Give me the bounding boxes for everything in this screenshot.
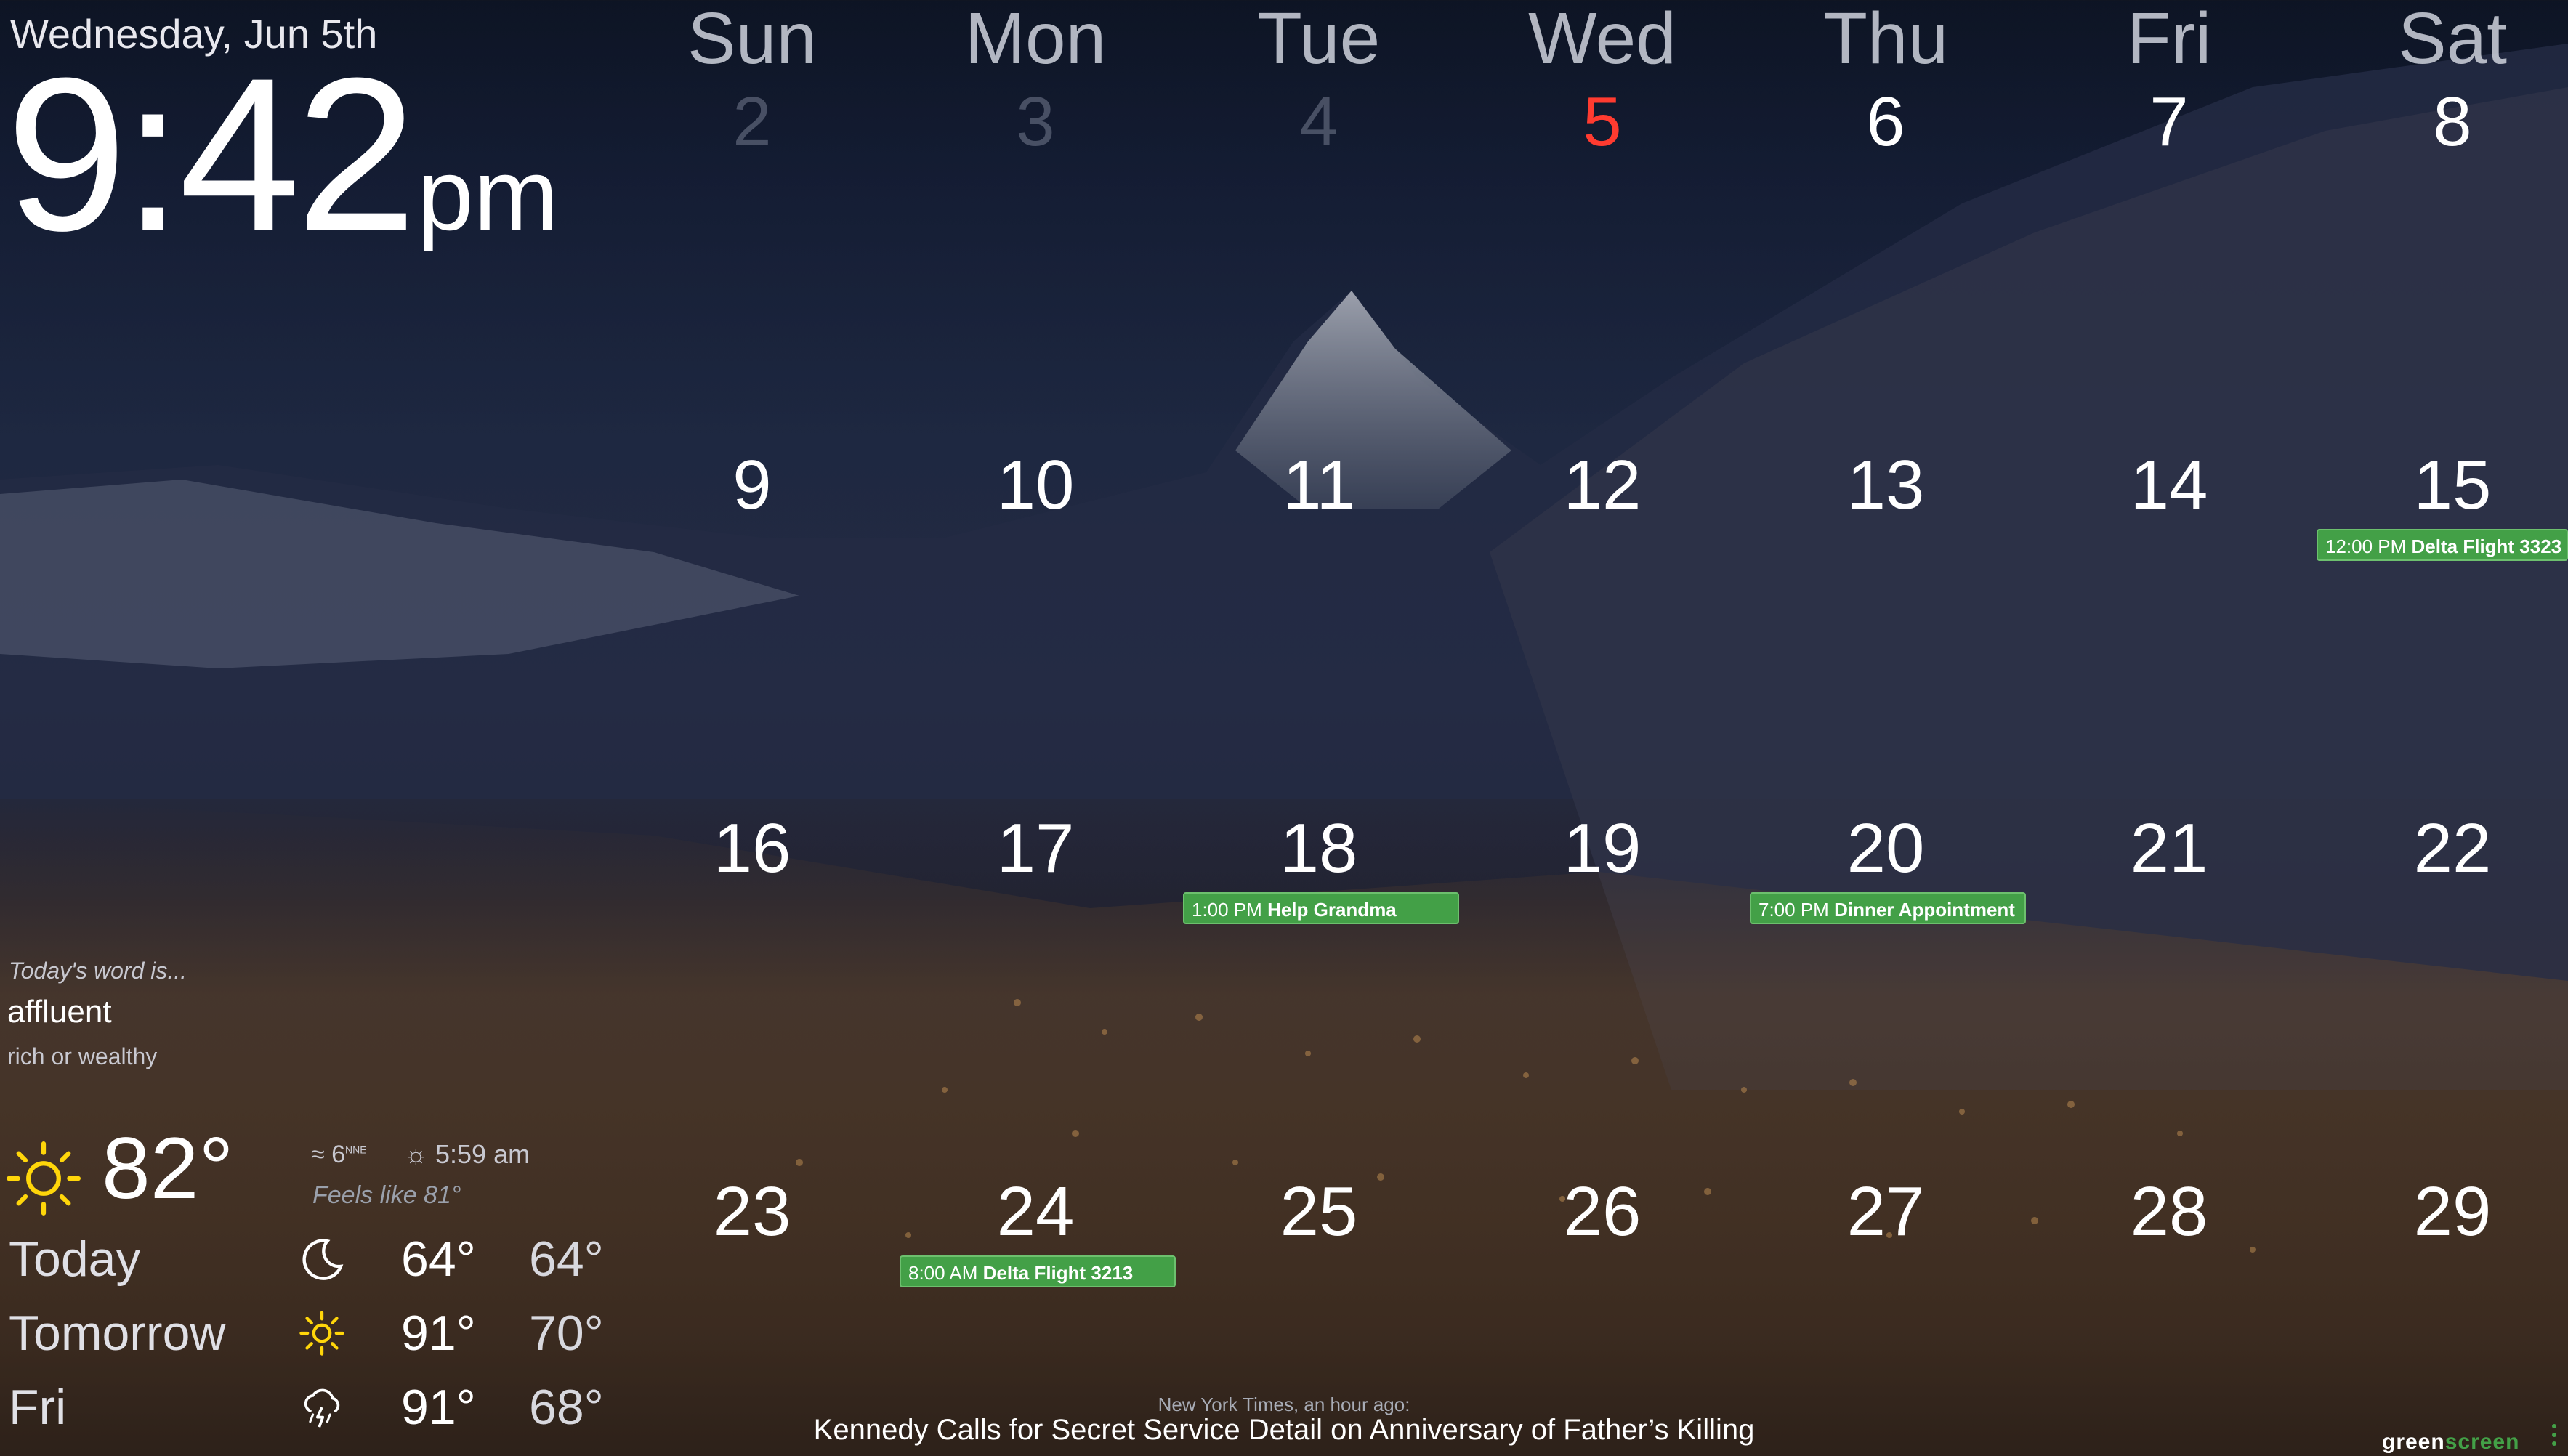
forecast-label: Today: [9, 1231, 141, 1287]
wind-speed: ≈ 6NNE: [311, 1141, 367, 1168]
day-cell[interactable]: 20: [1744, 814, 2027, 883]
day-cell[interactable]: 14: [2027, 450, 2311, 520]
weekday-header: Thu: [1822, 0, 1949, 79]
weekday-header: Tue: [1257, 0, 1381, 79]
day-cell[interactable]: 4: [1177, 87, 1461, 157]
clock-ampm: pm: [416, 137, 559, 251]
current-temperature: 82°: [102, 1120, 234, 1217]
event-title: Dinner Appointment: [1834, 899, 2015, 921]
event-title: Help Grandma: [1267, 899, 1397, 921]
sun-icon: [299, 1311, 344, 1356]
day-cell[interactable]: 24: [894, 1177, 1177, 1247]
day-cell[interactable]: 29: [2311, 1177, 2568, 1247]
forecast-low: 70°: [529, 1306, 604, 1361]
weekday-header: Sat: [2397, 0, 2508, 79]
sun-icon: [7, 1141, 81, 1216]
day-cell[interactable]: 28: [2027, 1177, 2311, 1247]
day-cell[interactable]: 3: [894, 87, 1177, 157]
day-cell[interactable]: 21: [2027, 814, 2311, 883]
event-time: 8:00 AM: [908, 1262, 978, 1284]
word-definition: rich or wealthy: [7, 1043, 158, 1069]
moon-icon: [302, 1239, 344, 1280]
weekday-header: Wed: [1528, 0, 1676, 79]
wind-direction: NNE: [345, 1144, 367, 1156]
day-cell[interactable]: 7: [2027, 87, 2311, 157]
day-cell[interactable]: 25: [1177, 1177, 1461, 1247]
weekday-header: Mon: [964, 0, 1107, 79]
day-cell[interactable]: 2: [610, 87, 894, 157]
day-cell[interactable]: 27: [1744, 1177, 2027, 1247]
calendar-event[interactable]: 7:00 PM Dinner Appointment: [1750, 892, 2026, 924]
weekday-header: Fri: [2126, 0, 2212, 79]
greenscreen-logo: greenscreen: [2382, 1430, 2520, 1454]
event-title: Delta Flight 3213: [982, 1262, 1134, 1284]
day-cell[interactable]: 19: [1461, 814, 1744, 883]
calendar-event[interactable]: 12:00 PM Delta Flight 3323: [2317, 529, 2568, 561]
day-cell-today[interactable]: 5: [1461, 87, 1744, 157]
day-cell[interactable]: 10: [894, 450, 1177, 520]
day-cell[interactable]: 16: [610, 814, 894, 883]
day-cell[interactable]: 11: [1177, 450, 1461, 520]
sunrise: ☼ 5:59 am: [404, 1139, 530, 1169]
event-time: 12:00 PM: [2325, 535, 2407, 557]
feels-like: Feels like 81°: [312, 1181, 461, 1209]
forecast-label: Tomorrow: [9, 1306, 226, 1361]
day-cell[interactable]: 22: [2311, 814, 2568, 883]
day-cell[interactable]: 26: [1461, 1177, 1744, 1247]
word-intro: Today's word is...: [9, 958, 187, 984]
day-cell[interactable]: 13: [1744, 450, 2027, 520]
word: affluent: [7, 994, 112, 1030]
calendar-event[interactable]: 1:00 PM Help Grandma: [1183, 892, 1459, 924]
news-headline[interactable]: Kennedy Calls for Secret Service Detail …: [0, 1414, 2568, 1447]
day-cell[interactable]: 6: [1744, 87, 2027, 157]
sunrise-icon: ☼: [404, 1139, 428, 1169]
day-cell[interactable]: 12: [1461, 450, 1744, 520]
news-source: New York Times, an hour ago:: [1158, 1394, 1410, 1415]
calendar-event[interactable]: 8:00 AM Delta Flight 3213: [900, 1255, 1176, 1287]
clock-time: 9:42: [6, 32, 417, 276]
clock: 9:42pm: [6, 45, 558, 263]
day-cell[interactable]: 18: [1177, 814, 1461, 883]
forecast-low: 64°: [529, 1231, 604, 1287]
day-cell[interactable]: 8: [2311, 87, 2568, 157]
event-time: 7:00 PM: [1759, 899, 1829, 921]
weekday-header: Sun: [687, 0, 817, 79]
event-time: 1:00 PM: [1192, 899, 1262, 921]
day-cell[interactable]: 23: [610, 1177, 894, 1247]
event-title: Delta Flight 3323: [2411, 535, 2562, 557]
wind-icon: ≈: [311, 1141, 325, 1168]
day-cell[interactable]: 17: [894, 814, 1177, 883]
forecast-high: 91°: [401, 1306, 476, 1361]
day-cell[interactable]: 9: [610, 450, 894, 520]
forecast-high: 64°: [401, 1231, 476, 1287]
day-cell[interactable]: 15: [2311, 450, 2568, 520]
menu-dots-icon[interactable]: [2552, 1424, 2556, 1450]
